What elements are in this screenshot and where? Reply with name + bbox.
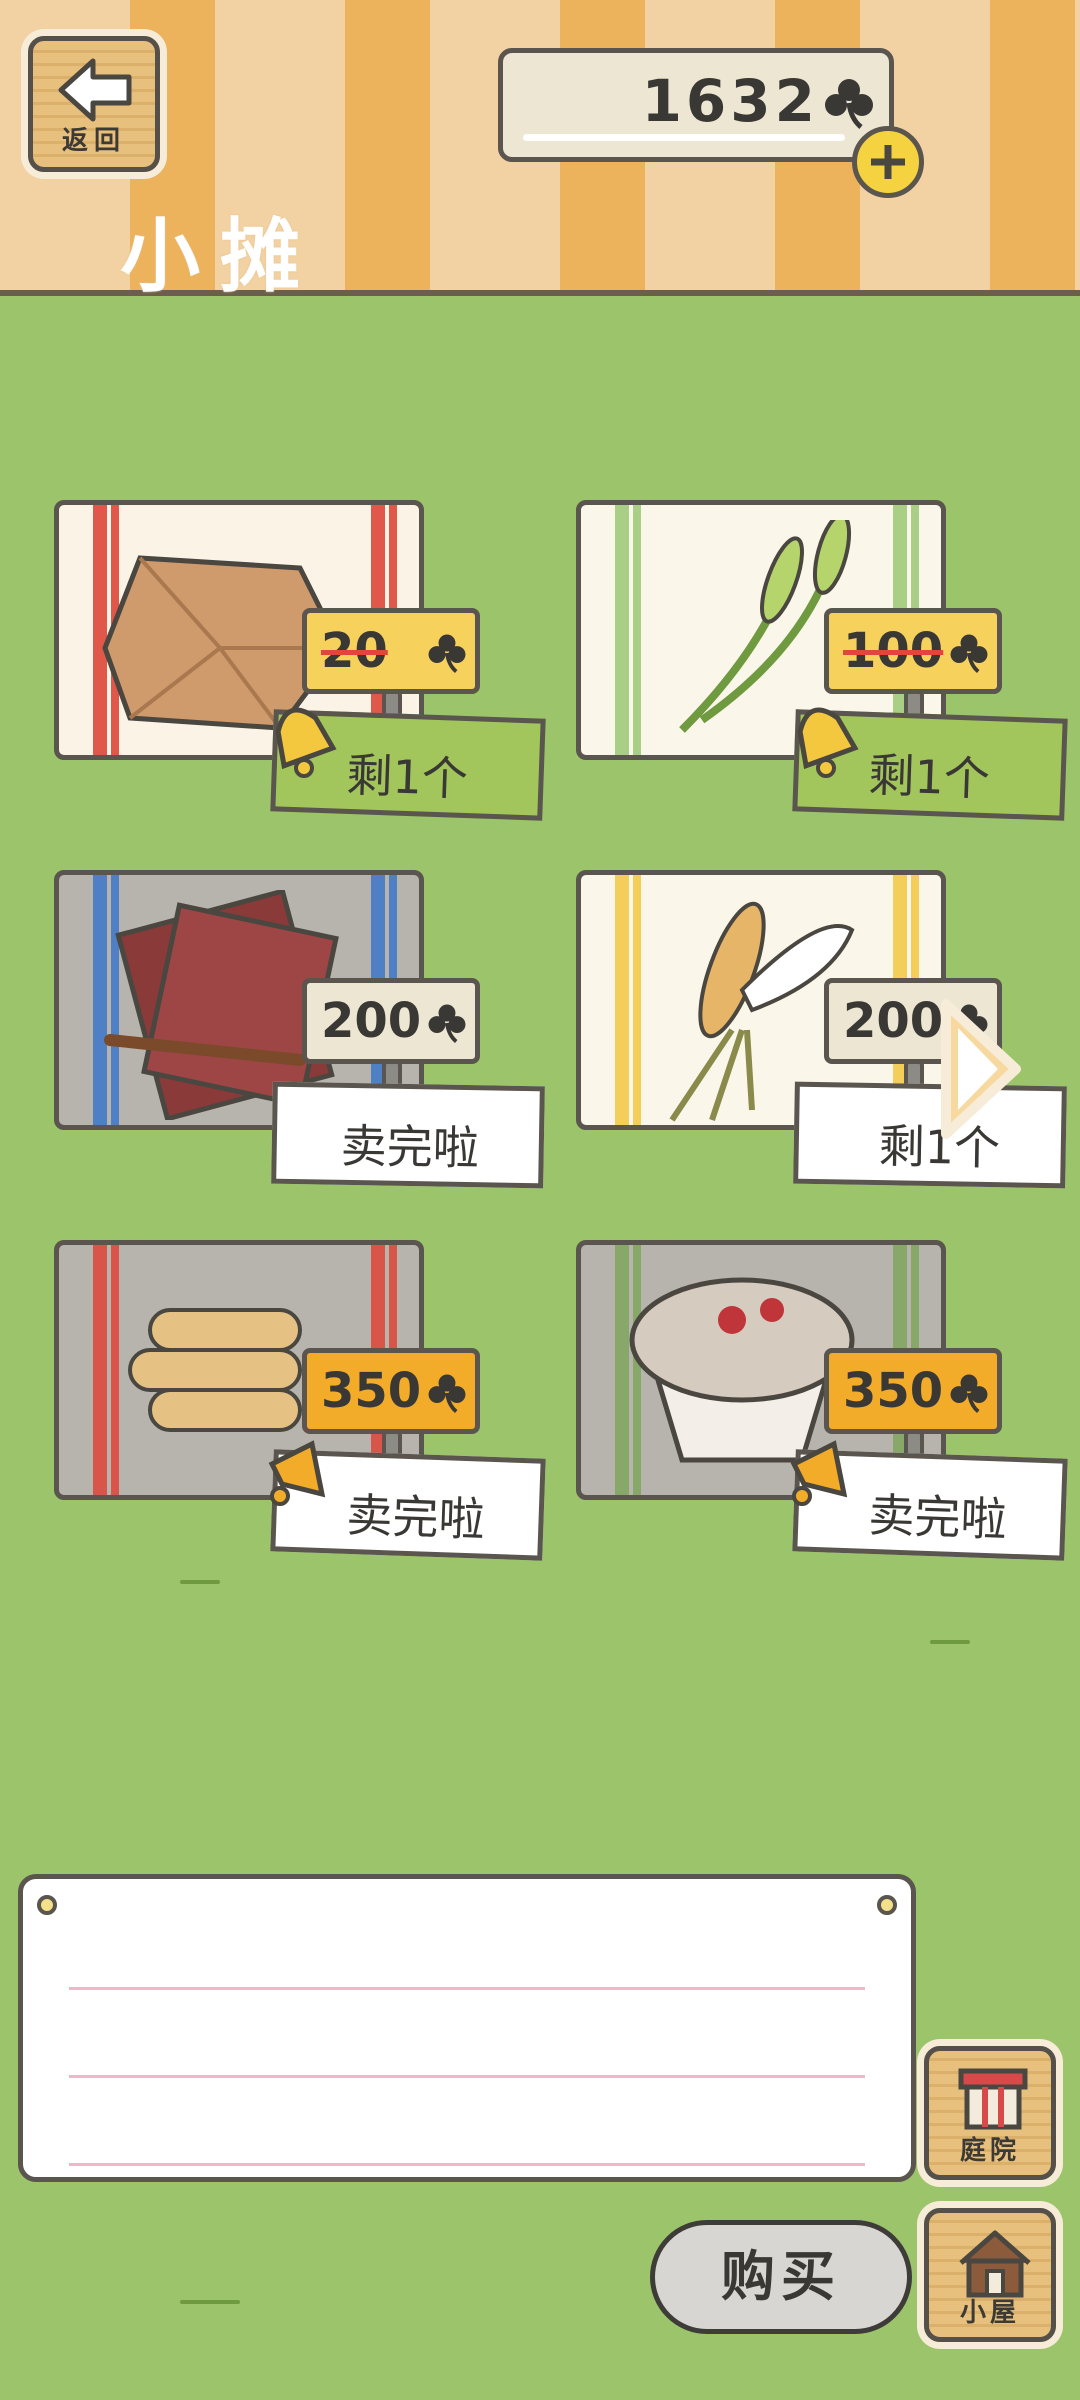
coin-counter: 1632 [498, 48, 894, 162]
grass-tuft [930, 1640, 970, 1644]
stock-text: 剩1个 [345, 747, 469, 807]
shop-item-2[interactable]: 100 剩1个 [562, 500, 1068, 830]
pin [877, 1895, 897, 1915]
add-coins-button[interactable] [852, 126, 924, 198]
house-icon [959, 2230, 1031, 2298]
next-page-arrow-icon[interactable] [936, 994, 1026, 1144]
shop-item-5[interactable]: 350 卖完啦 [40, 1240, 546, 1570]
price-tag: 100 [824, 608, 1002, 694]
back-button[interactable]: 返回 [28, 36, 160, 172]
back-arrow-icon [58, 58, 132, 122]
price-tag: 350 [302, 1348, 480, 1434]
clover-icon [825, 79, 873, 129]
coin-value: 1632 [641, 67, 819, 135]
clover-icon [428, 1004, 466, 1043]
clover-icon [950, 1374, 988, 1413]
yard-gate-icon [958, 2068, 1028, 2130]
back-label: 返回 [61, 126, 126, 156]
stock-text: 剩1个 [867, 747, 991, 807]
message-panel [18, 1874, 916, 2182]
clover-icon [428, 1374, 466, 1413]
stock-text: 卖完啦 [345, 1487, 486, 1547]
grass-tuft [180, 1580, 220, 1584]
clover-icon [950, 634, 988, 673]
yard-label: 庭院 [959, 2136, 1020, 2166]
stock-text: 卖完啦 [340, 1118, 480, 1176]
price-value: 20 [321, 623, 388, 679]
buy-button[interactable]: 购买 [650, 2220, 912, 2334]
shop-item-3[interactable]: 200 卖完啦 [40, 870, 545, 1200]
price-value: 200 [843, 993, 944, 1049]
house-label: 小屋 [959, 2298, 1020, 2328]
stock-tag: 卖完啦 [271, 1081, 545, 1189]
bell-icon [797, 707, 859, 778]
price-tag: 200 [302, 978, 480, 1064]
megaphone-icon [790, 1440, 848, 1506]
megaphone-icon [268, 1440, 326, 1506]
price-value: 350 [843, 1363, 944, 1419]
grass-tuft [180, 2300, 240, 2304]
shop-item-6[interactable]: 350 卖完啦 [562, 1240, 1068, 1570]
shop-item-1[interactable]: 20 剩1个 [40, 500, 546, 830]
house-button[interactable]: 小屋 [924, 2208, 1056, 2342]
price-value: 350 [321, 1363, 422, 1419]
pin [37, 1895, 57, 1915]
clover-icon [428, 634, 466, 673]
bell-icon [275, 707, 337, 778]
price-tag: 20 [302, 608, 480, 694]
price-tag: 350 [824, 1348, 1002, 1434]
price-value: 100 [843, 623, 944, 679]
price-value: 200 [321, 993, 422, 1049]
stock-text: 卖完啦 [867, 1487, 1008, 1547]
coin-bar [523, 134, 845, 141]
page-title: 小摊 [120, 210, 320, 303]
yard-button[interactable]: 庭院 [924, 2046, 1056, 2180]
